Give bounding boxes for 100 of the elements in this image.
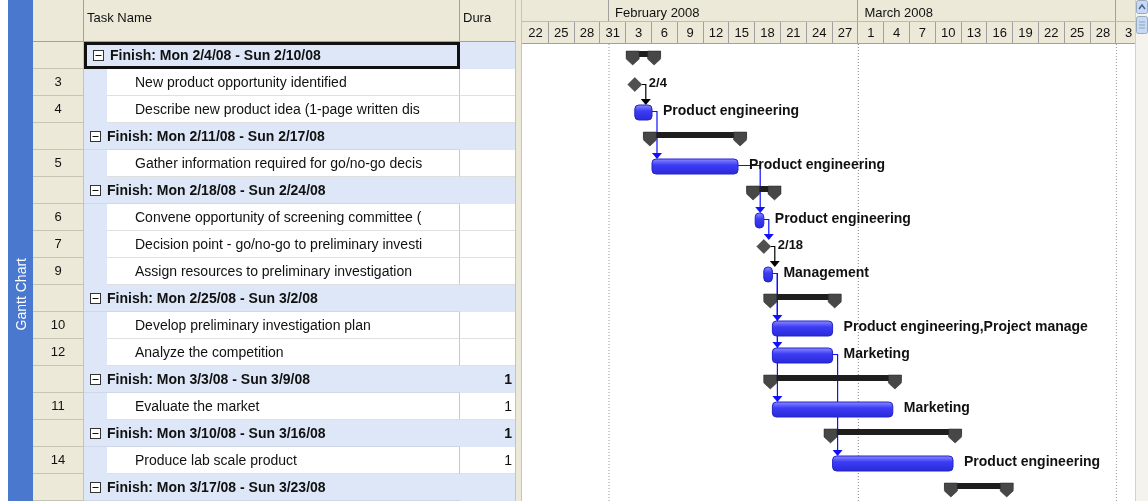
duration-cell: 1	[460, 366, 515, 393]
group-title: Finish: Mon 2/18/08 - Sun 2/24/08	[107, 180, 326, 200]
row-header[interactable]: 3	[33, 69, 84, 96]
task-name-cell[interactable]: Produce lab scale product	[107, 447, 460, 474]
group-title: Finish: Mon 2/11/08 - Sun 2/17/08	[107, 126, 325, 146]
outline-indent	[84, 312, 107, 339]
day-header: 18	[755, 22, 781, 43]
scroll-thumb[interactable]	[1136, 16, 1148, 34]
dependency-arrow	[763, 218, 774, 240]
row-header[interactable]	[33, 285, 84, 312]
milestone-diamond	[627, 77, 643, 92]
task-name-cell[interactable]: Develop preliminary investigation plan	[107, 312, 460, 339]
dependency-arrow	[769, 245, 780, 267]
task-name-cell[interactable]: New product opportunity identified	[107, 69, 460, 96]
group-name-cell[interactable]: Finish: Mon 3/3/08 - Sun 3/9/08	[84, 366, 460, 393]
vertical-scrollbar[interactable]	[1135, 0, 1148, 501]
task-name-cell[interactable]: Assign resources to preliminary investigation	[107, 258, 460, 285]
pane-splitter[interactable]	[515, 0, 522, 501]
task-id: 9	[54, 262, 62, 281]
group-name-cell[interactable]: Finish: Mon 2/25/08 - Sun 3/2/08	[84, 285, 460, 312]
row-header[interactable]	[33, 177, 84, 204]
duration-cell	[460, 177, 515, 204]
summary-bar	[625, 50, 661, 66]
task-name-cell[interactable]: Convene opportunity of screening committee (	[107, 204, 460, 231]
row-header[interactable]: 4	[33, 96, 84, 123]
column-header[interactable]: Dura	[460, 0, 515, 41]
task-id: 4	[54, 100, 62, 119]
task-name-cell[interactable]: Analyze the competition	[107, 339, 460, 366]
duration-cell: 1	[460, 420, 515, 447]
view-label: Gantt Chart	[13, 258, 28, 331]
day-header: 3	[626, 22, 652, 43]
scroll-up-button[interactable]	[1136, 0, 1148, 14]
row-header[interactable]: 11	[33, 393, 84, 420]
task-name-cell[interactable]: Decision point - go/no-go to preliminary investi	[107, 231, 460, 258]
task-id: 6	[54, 208, 62, 227]
day-header: 21	[780, 22, 807, 43]
collapse-icon[interactable]	[90, 184, 101, 196]
resource-label: Product engineering	[774, 210, 911, 227]
row-header[interactable]: 7	[33, 231, 84, 258]
group-name-cell[interactable]: Finish: Mon 3/17/08 - Sun 3/23/08	[84, 474, 460, 501]
outline-indent	[84, 69, 107, 96]
group-name-cell[interactable]: Finish: Mon 2/4/08 - Sun 2/10/08	[84, 42, 460, 69]
day-header: 1	[858, 22, 885, 43]
task-name-cell[interactable]: Gather information required for go/no-go decis	[107, 150, 460, 177]
row-header[interactable]: 9	[33, 258, 84, 285]
row-header[interactable]	[33, 366, 84, 393]
day-header: 15	[729, 22, 756, 43]
day-header: 24	[806, 22, 833, 43]
outline-indent	[84, 150, 107, 177]
task-bar	[771, 347, 834, 364]
task-bar	[771, 320, 834, 337]
day-header: 25	[1064, 22, 1091, 43]
row-header[interactable]	[33, 420, 84, 447]
day-header: 28	[574, 22, 601, 43]
outline-indent	[84, 447, 107, 474]
row-header[interactable]: 14	[33, 447, 84, 474]
task-id: 11	[51, 397, 65, 416]
day-header: 22	[1038, 22, 1065, 43]
row-header[interactable]	[33, 42, 84, 69]
day-header: 12	[703, 22, 730, 43]
duration-cell	[460, 42, 515, 69]
group-name-cell[interactable]: Finish: Mon 3/10/08 - Sun 3/16/08	[84, 420, 460, 447]
collapse-icon[interactable]	[90, 373, 101, 385]
day-header: 10	[935, 22, 962, 43]
collapse-icon[interactable]	[90, 130, 101, 142]
task-bar	[754, 212, 765, 229]
resource-label: Product engineering	[663, 102, 800, 119]
task-id: 12	[50, 343, 66, 362]
dependency-arrow	[651, 110, 662, 159]
day-header: 19	[1013, 22, 1039, 43]
row-header[interactable]	[33, 474, 84, 501]
day-header: 4	[884, 22, 910, 43]
row-header[interactable]: 10	[33, 312, 84, 339]
month-header: February 2008	[609, 0, 859, 21]
resource-label: Product engineering	[749, 156, 886, 173]
column-header[interactable]: Task Name	[84, 0, 460, 41]
day-header: 27	[832, 22, 859, 43]
task-name-cell[interactable]: Describe new product idea (1-page written dis	[107, 96, 460, 123]
group-title: Finish: Mon 2/25/08 - Sun 3/2/08	[107, 288, 318, 308]
group-name-cell[interactable]: Finish: Mon 2/11/08 - Sun 2/17/08	[84, 123, 460, 150]
day-header: 13	[961, 22, 988, 43]
row-header[interactable]: 6	[33, 204, 84, 231]
group-name-cell[interactable]: Finish: Mon 2/18/08 - Sun 2/24/08	[84, 177, 460, 204]
collapse-icon[interactable]	[93, 50, 104, 61]
day-header: 31	[600, 22, 627, 43]
task-id: 14	[50, 451, 66, 470]
collapse-icon[interactable]	[90, 481, 101, 493]
row-header[interactable]: 12	[33, 339, 84, 366]
summary-bar	[746, 185, 782, 201]
collapse-icon[interactable]	[90, 427, 101, 439]
task-bar	[763, 266, 773, 283]
outline-indent	[84, 204, 107, 231]
day-header: 7	[909, 22, 936, 43]
row-header[interactable]	[33, 123, 84, 150]
group-title: Finish: Mon 3/17/08 - Sun 3/23/08	[107, 477, 326, 497]
dependency-arrow	[640, 83, 651, 105]
row-header[interactable]: 5	[33, 150, 84, 177]
collapse-icon[interactable]	[90, 292, 101, 304]
resource-label: Product engineering,Project manage	[843, 318, 1088, 335]
task-name-cell[interactable]: Evaluate the market	[107, 393, 460, 420]
